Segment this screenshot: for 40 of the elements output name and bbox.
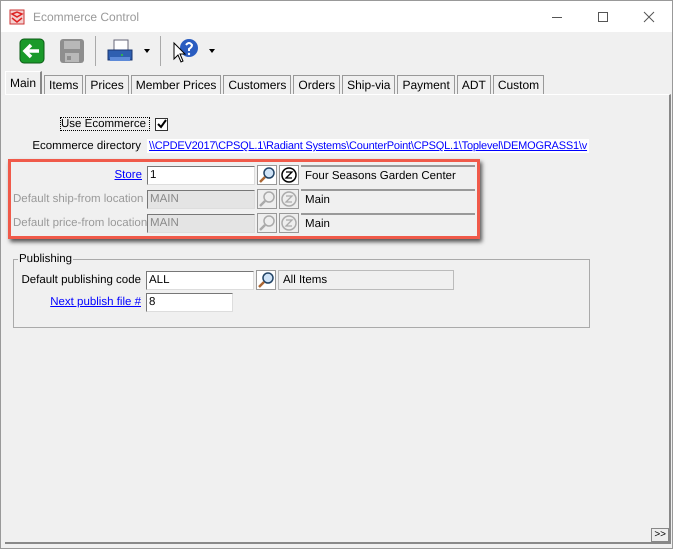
- input-field[interactable]: 1: [147, 166, 255, 184]
- window-title: Ecommerce Control: [33, 10, 140, 24]
- printer-icon[interactable]: [106, 38, 134, 64]
- tab[interactable]: Prices: [85, 75, 129, 94]
- tab[interactable]: Ship-via: [342, 75, 396, 94]
- maximize-icon[interactable]: [597, 10, 609, 22]
- tab[interactable]: Main: [5, 71, 42, 94]
- input-field[interactable]: 8: [146, 292, 233, 312]
- group-title: Publishing: [18, 253, 74, 265]
- tab[interactable]: Payment: [397, 75, 455, 94]
- tab[interactable]: Custom: [492, 75, 544, 94]
- field-label: Default price-from location: [13, 217, 145, 229]
- caret-icon[interactable]: [144, 49, 150, 53]
- search-icon[interactable]: [256, 270, 276, 290]
- tab[interactable]: Orders: [293, 75, 340, 94]
- search-icon[interactable]: [257, 165, 277, 185]
- more-button[interactable]: >>: [651, 528, 669, 542]
- close-icon[interactable]: [643, 10, 655, 22]
- description-field: All Items: [278, 270, 454, 290]
- tab[interactable]: ADT: [456, 75, 491, 94]
- zoom-z-icon[interactable]: [279, 165, 299, 185]
- field-link[interactable]: Store: [13, 169, 145, 181]
- field-label: Use Ecommerce: [61, 118, 149, 130]
- field-link[interactable]: Next publish file #: [14, 296, 144, 308]
- description-field: Four Seasons Garden Center: [301, 165, 475, 185]
- caret-icon[interactable]: [209, 49, 215, 53]
- field-label: Ecommerce directory: [31, 140, 142, 152]
- help-cursor-icon[interactable]: [171, 37, 199, 65]
- checkbox[interactable]: [155, 118, 168, 130]
- field-label: Default ship-from location: [13, 193, 144, 205]
- description-field: Main: [301, 189, 475, 209]
- description-field: Main: [301, 213, 475, 233]
- directory-link[interactable]: \\CPDEV2017\CPSQL.1\Radiant Systems\CounterPoint\CPSQL.1\Toplevel\DEMOGRASS1\v: [147, 139, 590, 153]
- app-icon: [9, 8, 25, 24]
- field-label: Default publishing code: [20, 274, 142, 286]
- tab[interactable]: Customers: [223, 75, 292, 94]
- tab[interactable]: Items: [44, 75, 84, 94]
- input-field[interactable]: ALL: [146, 270, 254, 290]
- save-icon[interactable]: [59, 38, 85, 64]
- tab[interactable]: Member Prices: [130, 75, 222, 94]
